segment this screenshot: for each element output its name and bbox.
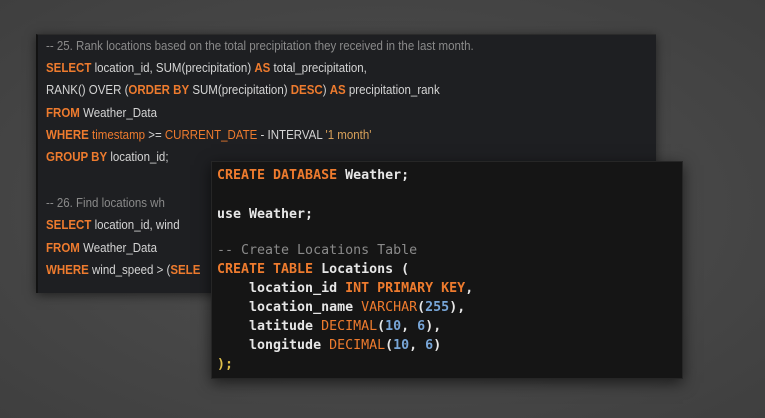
- code-line-create-comment: -- Create Locations Table: [217, 243, 418, 258]
- code-line-location-name: location_name VARCHAR(255),: [217, 300, 466, 315]
- code-line-q25-comment: -- 25. Rank locations based on the total…: [46, 39, 474, 53]
- code-line-q25-rank: RANK() OVER (ORDER BY SUM(precipitation)…: [46, 83, 440, 97]
- code-line-q26-where: WHERE wind_speed > (SELE: [46, 263, 201, 277]
- code-line-q26-select: SELECT location_id, wind: [46, 218, 180, 232]
- code-line-create-table: CREATE TABLE Locations (: [217, 262, 410, 277]
- code-line-q25-group-by: GROUP BY location_id;: [46, 150, 169, 164]
- code-line-longitude: longitude DECIMAL(10, 6): [217, 338, 442, 353]
- code-line-q26-comment: -- 26. Find locations wh: [46, 196, 165, 210]
- code-line-close-paren: );: [217, 357, 234, 372]
- code-line-q25-where: WHERE timestamp >= CURRENT_DATE - INTERV…: [46, 128, 372, 142]
- code-line-q25-select: SELECT location_id, SUM(precipitation) A…: [46, 61, 367, 75]
- code-line-q26-from: FROM Weather_Data: [46, 241, 158, 255]
- code-line-create-database: CREATE DATABASE Weather;: [217, 168, 410, 183]
- code-line-latitude: latitude DECIMAL(10, 6),: [217, 319, 442, 334]
- code-line-location-id: location_id INT PRIMARY KEY,: [217, 281, 474, 296]
- code-line-use-weather: use Weather;: [217, 207, 314, 222]
- front-sql-editor[interactable]: CREATE DATABASE Weather; use Weather; --…: [211, 161, 683, 379]
- code-line-q25-from: FROM Weather_Data: [46, 106, 158, 120]
